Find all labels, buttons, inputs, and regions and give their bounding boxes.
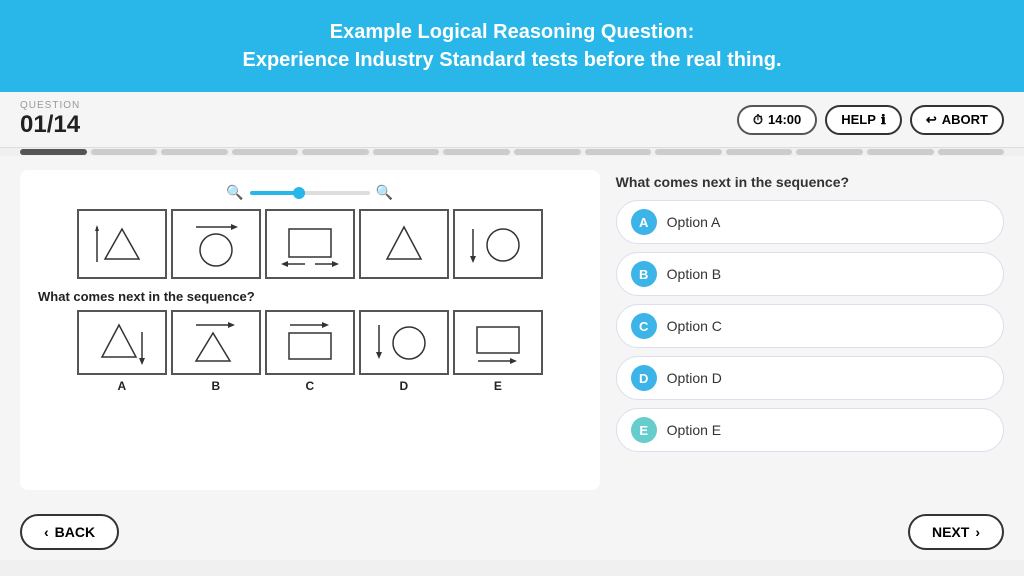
ans-img-A <box>87 317 157 369</box>
back-chevron-icon: ‹ <box>44 524 49 540</box>
back-label: BACK <box>55 524 95 540</box>
option-b-button[interactable]: B Option B <box>616 252 1004 296</box>
seq-box-4 <box>359 209 449 279</box>
help-label: HELP <box>841 112 876 127</box>
ans-col-E: E <box>453 310 543 393</box>
option-e-letter: E <box>631 417 657 443</box>
progress-segment-4 <box>232 149 299 155</box>
seq-img-3 <box>275 217 345 272</box>
option-b-letter: B <box>631 261 657 287</box>
progress-segment-7 <box>443 149 510 155</box>
seq-img-4 <box>369 217 439 272</box>
option-c-label: Option C <box>667 318 722 334</box>
seq-box-3 <box>265 209 355 279</box>
options-panel: What comes next in the sequence? A Optio… <box>616 170 1004 490</box>
ans-label-D: D <box>399 379 408 393</box>
option-c-letter: C <box>631 313 657 339</box>
question-info: QUESTION 01/14 <box>20 100 80 139</box>
header: Example Logical Reasoning Question: Expe… <box>0 0 1024 92</box>
footer: ‹ BACK NEXT › <box>0 504 1024 560</box>
ans-label-A: A <box>117 379 126 393</box>
header-line2: Experience Industry Standard tests befor… <box>242 49 781 71</box>
progress-segment-10 <box>655 149 722 155</box>
seq-box-2 <box>171 209 261 279</box>
zoom-slider[interactable] <box>250 191 370 195</box>
question-bar: QUESTION 01/14 ⏱ 14:00 HELP ℹ ↩ ABORT <box>0 92 1024 148</box>
main-content: 🔍 🔍 <box>0 156 1024 504</box>
progress-segment-5 <box>302 149 369 155</box>
option-c-button[interactable]: C Option C <box>616 304 1004 348</box>
abort-button[interactable]: ↩ ABORT <box>910 105 1004 135</box>
progress-segment-11 <box>726 149 793 155</box>
seq-img-2 <box>181 217 251 272</box>
ans-img-D <box>369 317 439 369</box>
ans-col-A: A <box>77 310 167 393</box>
seq-box-5 <box>453 209 543 279</box>
options-question: What comes next in the sequence? <box>616 174 1004 190</box>
question-panel: 🔍 🔍 <box>20 170 600 490</box>
ans-col-B: B <box>171 310 261 393</box>
help-button[interactable]: HELP ℹ <box>825 105 902 135</box>
seq-img-1 <box>87 217 157 272</box>
question-label: QUESTION <box>20 100 80 111</box>
info-icon: ℹ <box>881 112 886 128</box>
progress-bar <box>0 148 1024 156</box>
ans-box-D[interactable] <box>359 310 449 375</box>
ans-label-B: B <box>211 379 220 393</box>
ans-img-C <box>275 317 345 369</box>
next-label: NEXT <box>932 524 969 540</box>
ans-col-C: C <box>265 310 355 393</box>
option-a-label: Option A <box>667 214 721 230</box>
progress-segment-6 <box>373 149 440 155</box>
abort-icon: ↩ <box>926 112 937 128</box>
zoom-bar: 🔍 🔍 <box>38 184 582 201</box>
timer-value: 14:00 <box>768 112 801 127</box>
ans-label-C: C <box>305 379 314 393</box>
progress-segment-12 <box>796 149 863 155</box>
ans-box-B[interactable] <box>171 310 261 375</box>
progress-segment-8 <box>514 149 581 155</box>
ans-label-E: E <box>494 379 502 393</box>
progress-segment-2 <box>91 149 158 155</box>
header-line1: Example Logical Reasoning Question: <box>330 21 695 43</box>
progress-segment-3 <box>161 149 228 155</box>
ans-box-C[interactable] <box>265 310 355 375</box>
option-e-label: Option E <box>667 422 721 438</box>
question-number: 01/14 <box>20 111 80 139</box>
clock-icon: ⏱ <box>753 112 763 128</box>
option-d-label: Option D <box>667 370 722 386</box>
ans-box-E[interactable] <box>453 310 543 375</box>
abort-label: ABORT <box>942 112 988 127</box>
option-a-letter: A <box>631 209 657 235</box>
zoom-in-icon: 🔍 <box>376 184 393 201</box>
next-button[interactable]: NEXT › <box>908 514 1004 550</box>
back-button[interactable]: ‹ BACK <box>20 514 119 550</box>
option-d-letter: D <box>631 365 657 391</box>
progress-segment-13 <box>867 149 934 155</box>
progress-segment-9 <box>585 149 652 155</box>
option-a-button[interactable]: A Option A <box>616 200 1004 244</box>
answer-label-text: What comes next in the sequence? <box>38 289 582 304</box>
progress-segment-14 <box>938 149 1005 155</box>
timer-button[interactable]: ⏱ 14:00 <box>737 105 817 135</box>
seq-box-1 <box>77 209 167 279</box>
question-controls: ⏱ 14:00 HELP ℹ ↩ ABORT <box>737 105 1004 135</box>
seq-img-5 <box>463 217 533 272</box>
answer-row: A B <box>38 310 582 393</box>
next-chevron-icon: › <box>975 524 980 540</box>
ans-img-B <box>181 317 251 369</box>
ans-img-E <box>463 317 533 369</box>
ans-col-D: D <box>359 310 449 393</box>
header-title: Example Logical Reasoning Question: Expe… <box>20 18 1004 74</box>
option-e-button[interactable]: E Option E <box>616 408 1004 452</box>
option-d-button[interactable]: D Option D <box>616 356 1004 400</box>
sequence-row <box>38 209 582 279</box>
ans-box-A[interactable] <box>77 310 167 375</box>
zoom-out-icon: 🔍 <box>226 184 243 201</box>
progress-segment-1 <box>20 149 87 155</box>
option-b-label: Option B <box>667 266 721 282</box>
